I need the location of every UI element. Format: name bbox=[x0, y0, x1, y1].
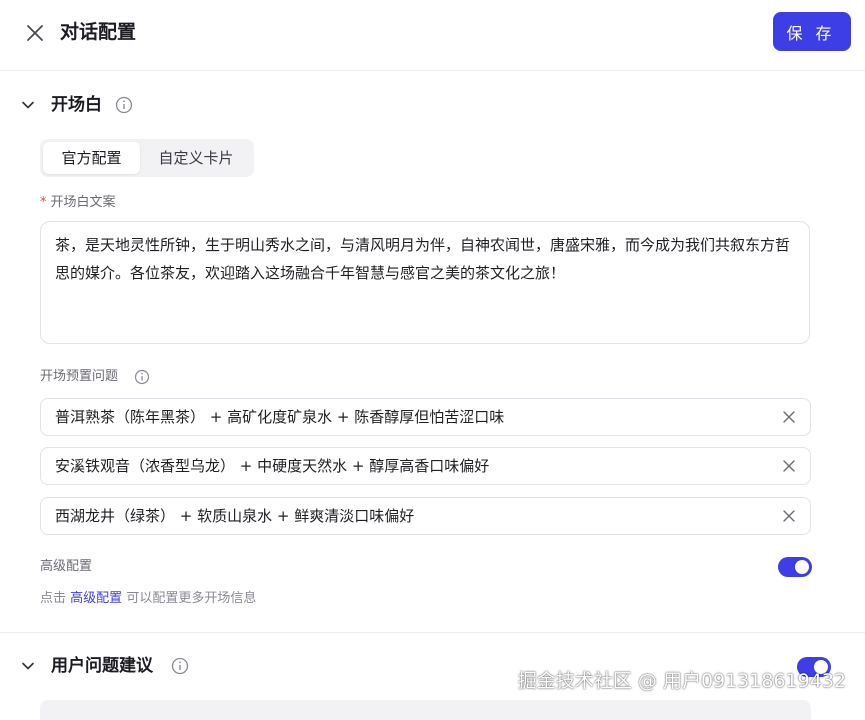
info-icon[interactable] bbox=[134, 369, 150, 385]
collapse-chevron-icon[interactable] bbox=[20, 97, 36, 113]
opening-copy-label: * 开场白文案 bbox=[40, 194, 116, 212]
toggle-knob bbox=[795, 560, 809, 574]
remove-question-icon[interactable] bbox=[782, 459, 796, 473]
info-icon[interactable] bbox=[171, 657, 189, 675]
opening-copy-label-text: 开场白文案 bbox=[50, 195, 116, 210]
advanced-config-label: 高级配置 bbox=[40, 559, 93, 574]
save-button[interactable]: 保 存 bbox=[773, 12, 851, 51]
hint-prefix: 点击 bbox=[40, 591, 67, 606]
opening-tabs: 官方配置 自定义卡片 bbox=[40, 139, 254, 177]
close-icon[interactable] bbox=[22, 20, 48, 46]
section-divider bbox=[0, 632, 865, 633]
preset-question-row[interactable]: 西湖龙井（绿茶） + 软质山泉水 + 鲜爽清淡口味偏好 bbox=[40, 497, 811, 535]
preset-question-text[interactable]: 普洱熟茶（陈年黑茶） + 高矿化度矿泉水 + 陈香醇厚但怕苦涩口味 bbox=[55, 399, 504, 435]
tab-official-config[interactable]: 官方配置 bbox=[43, 142, 140, 174]
preset-question-row[interactable]: 普洱熟茶（陈年黑茶） + 高矿化度矿泉水 + 陈香醇厚但怕苦涩口味 bbox=[40, 398, 811, 436]
hint-suffix: 可以配置更多开场信息 bbox=[126, 591, 257, 606]
collapse-chevron-icon[interactable] bbox=[20, 658, 36, 674]
required-marker: * bbox=[40, 195, 47, 210]
advanced-config-toggle[interactable] bbox=[778, 557, 812, 577]
preset-question-row[interactable]: 安溪铁观音（浓香型乌龙） + 中硬度天然水 + 醇厚高香口味偏好 bbox=[40, 447, 811, 485]
preset-question-text[interactable]: 安溪铁观音（浓香型乌龙） + 中硬度天然水 + 醇厚高香口味偏好 bbox=[55, 448, 489, 484]
section-title-opening: 开场白 bbox=[51, 95, 102, 115]
tab-custom-card[interactable]: 自定义卡片 bbox=[141, 142, 251, 174]
info-icon[interactable] bbox=[115, 96, 133, 114]
section-title-suggestions: 用户问题建议 bbox=[51, 656, 153, 676]
advanced-config-hint: 点击 高级配置 可以配置更多开场信息 bbox=[40, 590, 256, 608]
opening-copy-textarea[interactable]: 茶，是天地灵性所钟，生于明山秀水之间，与清风明月为伴，自神农闻世，唐盛宋雅，而今… bbox=[40, 221, 810, 344]
preset-question-text[interactable]: 西湖龙井（绿茶） + 软质山泉水 + 鲜爽清淡口味偏好 bbox=[55, 498, 414, 534]
remove-question-icon[interactable] bbox=[782, 509, 796, 523]
watermark: 掘金技术社区 @ 用户091318619432 bbox=[517, 670, 846, 692]
advanced-config-link[interactable]: 高级配置 bbox=[70, 591, 122, 606]
page-title: 对话配置 bbox=[60, 21, 137, 43]
preset-questions-label: 开场预置问题 bbox=[40, 369, 119, 384]
remove-question-icon[interactable] bbox=[782, 410, 796, 424]
suggestions-panel bbox=[40, 700, 811, 720]
